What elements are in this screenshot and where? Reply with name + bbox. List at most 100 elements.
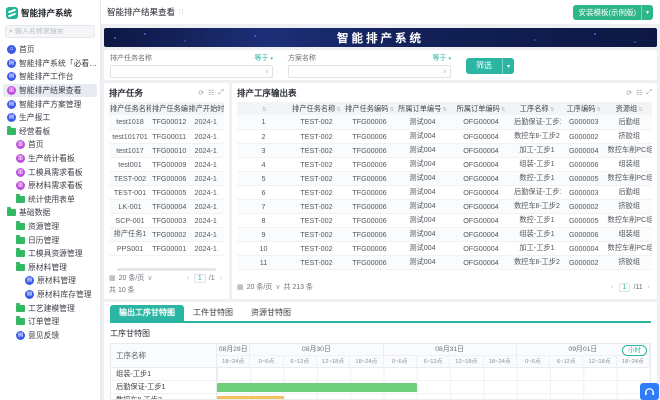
gantt-bar[interactable] <box>217 383 417 392</box>
filter-button[interactable]: 筛选 ▾ <box>466 58 514 74</box>
sidebar-item[interactable]: ▤ 智能排产方案管理 <box>3 97 97 111</box>
filter-task-operator[interactable]: 等于 ▾ <box>255 53 273 63</box>
column-header[interactable]: 排产任务名称 <box>109 102 151 115</box>
install-template-button[interactable]: 安装模板(示例版) ▾ <box>573 5 653 20</box>
table-row[interactable]: 5 TEST-002 TFG00006 测试004 OFG00004 数控-工步… <box>237 171 652 185</box>
app-title: 智能排产系统 <box>21 7 72 19</box>
logo-row: 智能排产系统 <box>0 0 100 25</box>
sidebar-item[interactable]: ▥ 智能排产结果查看 <box>3 84 97 98</box>
horizontal-scrollbar[interactable] <box>117 268 216 271</box>
table-row[interactable]: test001 TFG00009 2024-1 <box>109 157 224 171</box>
table-row[interactable]: test1017 TFG00010 2024-1 <box>109 143 224 157</box>
sidebar-item[interactable]: ▥ 首页 <box>3 138 97 152</box>
column-header[interactable]: 资源组 <box>607 102 653 115</box>
sidebar-item[interactable]: 基础数据 <box>3 206 97 220</box>
table-row[interactable]: LK-001 TFG00004 2024-1 <box>109 199 224 213</box>
table-row[interactable]: 8 TEST-002 TFG00006 测试004 OFG00004 数控-工步… <box>237 213 652 227</box>
chevron-down-icon[interactable]: ▾ <box>503 63 514 70</box>
table-row[interactable]: 2 TEST-002 TFG00006 测试004 OFG00004 数控车Ⅱ-… <box>237 129 652 143</box>
refresh-icon[interactable]: ⟳ <box>626 89 632 97</box>
order-no-cell: 测试004 <box>396 241 449 255</box>
gantt-tab[interactable]: 工件甘特图 <box>184 305 242 321</box>
gantt-tab[interactable]: 输出工序甘特图 <box>110 305 184 321</box>
filter-plan-operator[interactable]: 等于 ▾ <box>433 53 451 63</box>
current-page[interactable]: 1 <box>194 274 206 283</box>
column-header[interactable]: 排产任务编码 <box>343 102 396 115</box>
table-row[interactable]: 9 TEST-002 TFG00006 测试004 OFG00004 组装-工步… <box>237 227 652 241</box>
table-row[interactable]: SCP-001 TFG00003 2024-1 <box>109 213 224 227</box>
sidebar-item[interactable]: ▤ 生产报工 <box>3 111 97 125</box>
table-row[interactable]: 6 TEST-002 TFG00006 测试004 OFG00004 后勤保证-… <box>237 185 652 199</box>
sidebar-item[interactable]: ▤ 意见反馈 <box>3 328 97 342</box>
prev-page-icon[interactable]: ‹ <box>609 284 615 291</box>
table-row[interactable]: PPS001 TFG00001 2024-1 <box>109 241 224 255</box>
prev-page-icon[interactable]: ‹ <box>185 275 191 282</box>
gantt-tab[interactable]: 资源甘特图 <box>242 305 300 321</box>
current-page[interactable]: 1 <box>619 283 631 292</box>
fullscreen-icon[interactable]: ⤢ <box>646 89 652 97</box>
filter-button-label[interactable]: 筛选 <box>466 58 503 74</box>
column-header[interactable]: 所属订单编码 <box>449 102 513 115</box>
filter-plan-input[interactable]: ∨ <box>288 65 451 78</box>
table-row[interactable]: test1018 TFG00012 2024-1 <box>109 115 224 129</box>
column-header[interactable] <box>237 102 290 115</box>
sidebar-item[interactable]: 经营看板 <box>3 125 97 139</box>
sidebar-item[interactable]: ▥ 原材料需求看板 <box>3 179 97 193</box>
sidebar-item[interactable]: 订单管理 <box>3 315 97 329</box>
next-page-icon[interactable]: › <box>646 284 652 291</box>
sidebar-item[interactable]: ▤ 智能排产工作台 <box>3 70 97 84</box>
columns-icon[interactable]: ☷ <box>208 89 214 97</box>
column-header[interactable]: 工序编码 <box>561 102 607 115</box>
sidebar-item[interactable]: 统计使用表单 <box>3 193 97 207</box>
column-header[interactable]: 排产开始时间 <box>188 102 225 115</box>
table-row[interactable]: 3 TEST-002 TFG00006 测试004 OFG00004 加工-工步… <box>237 143 652 157</box>
order-no-cell: 测试004 <box>396 185 449 199</box>
next-page-icon[interactable]: › <box>218 275 224 282</box>
page-size[interactable]: 20 条/页 <box>119 273 145 283</box>
install-template-label[interactable]: 安装模板(示例版) <box>573 5 642 20</box>
sidebar-item[interactable]: ▥ 生产统计看板 <box>3 152 97 166</box>
column-header[interactable]: 所属订单编号 <box>396 102 449 115</box>
chevron-down-icon[interactable]: ▾ <box>642 9 653 16</box>
sidebar-item[interactable]: ⌂ 首页 <box>3 43 97 57</box>
column-header[interactable]: 排产任务名称 <box>290 102 343 115</box>
sidebar-item[interactable]: ▤ 原材料库存管理 <box>3 288 97 302</box>
table-row[interactable]: 排产任务1 TFG00002 2024-1 <box>109 227 224 241</box>
sidebar-item[interactable]: 原材料管理 <box>3 261 97 275</box>
gantt-unit-toggle[interactable]: 小时 <box>622 345 647 356</box>
floating-help-button[interactable] <box>640 383 659 400</box>
tab-more-icon[interactable]: ∷ <box>179 8 183 16</box>
search-input[interactable] <box>15 28 91 35</box>
refresh-icon[interactable]: ⟳ <box>198 89 204 97</box>
tab-result-view[interactable]: 智能排产结果查看 ∷ <box>107 6 183 18</box>
table-row[interactable]: TEST-002 TFG00006 2024-1 <box>109 171 224 185</box>
table-row[interactable]: 1 TEST-002 TFG00006 测试004 OFG00004 后勤保证-… <box>237 115 652 129</box>
sidebar-search[interactable]: ⌕ <box>5 25 95 38</box>
column-header[interactable]: 工序名称 <box>513 102 561 115</box>
table-row[interactable]: 4 TEST-002 TFG00006 测试004 OFG00004 组装-工步… <box>237 157 652 171</box>
table-row[interactable]: 11 TEST-002 TFG00006 测试004 OFG00004 数控车Ⅱ… <box>237 255 652 269</box>
table-row[interactable]: 7 TEST-002 TFG00006 测试004 OFG00004 数控车Ⅱ-… <box>237 199 652 213</box>
sidebar-item[interactable]: ▥ 工模具需求看板 <box>3 165 97 179</box>
sidebar-item[interactable]: 工模具资源管理 <box>3 247 97 261</box>
sidebar-item[interactable]: ▤ 原材料管理 <box>3 274 97 288</box>
fullscreen-icon[interactable]: ⤢ <box>218 89 224 97</box>
table-row[interactable]: TEST-001 TFG00005 2024-1 <box>109 185 224 199</box>
gantt-date-cell: 08月31日 <box>384 344 517 356</box>
columns-icon[interactable]: ☷ <box>636 89 642 97</box>
gantt-bar[interactable] <box>217 396 284 400</box>
settings-grid-icon[interactable]: ▦ <box>237 283 244 291</box>
filter-task-input[interactable]: ∨ <box>110 65 273 78</box>
page-size[interactable]: 20 条/页 <box>247 282 273 292</box>
task-code-cell: TFG00002 <box>151 227 188 241</box>
column-header[interactable]: 排产任务编码 <box>151 102 188 115</box>
caret-down-icon: ▾ <box>448 56 451 62</box>
sidebar-item[interactable]: 资源管理 <box>3 220 97 234</box>
settings-grid-icon[interactable]: ▦ <box>109 274 116 282</box>
sidebar-item[interactable]: ▤ 智能排产系统「必看说明」 <box>3 57 97 71</box>
table-row[interactable]: 10 TEST-002 TFG00006 测试004 OFG00004 加工-工… <box>237 241 652 255</box>
sidebar-item[interactable]: 日历管理 <box>3 233 97 247</box>
task-code-cell: TFG00006 <box>151 171 188 185</box>
sidebar-item[interactable]: 工艺建模管理 <box>3 301 97 315</box>
table-row[interactable]: test101701 TFG00011 2024-1 <box>109 129 224 143</box>
